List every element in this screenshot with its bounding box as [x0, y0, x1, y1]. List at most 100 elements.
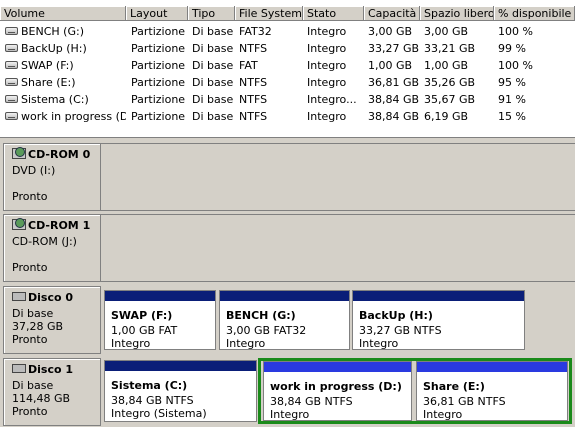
- cell-tipo: Di base: [192, 110, 234, 123]
- partition-status: Integro: [423, 408, 463, 421]
- cell-layout: Partizione: [131, 59, 186, 72]
- cell-stato: Integro: [307, 110, 347, 123]
- disk-panel-cdrom0[interactable]: CD-ROM 0 DVD (I:) Pronto: [3, 143, 101, 211]
- cell-free: 1,00 GB: [424, 59, 469, 72]
- drive-icon: [5, 112, 18, 120]
- cell-free: 35,26 GB: [424, 76, 476, 89]
- cell-pct: 15 %: [498, 110, 526, 123]
- column-header-layout[interactable]: Layout: [126, 6, 188, 21]
- disk-status: Pronto: [12, 405, 48, 418]
- cell-volume: SWAP (F:): [21, 59, 74, 72]
- partition-bar: [264, 362, 411, 372]
- partition-name: work in progress (D:): [270, 380, 402, 393]
- cdrom1-media-area[interactable]: [101, 214, 575, 282]
- disk-type: Di base: [12, 307, 54, 320]
- hard-disk-icon: [12, 364, 26, 373]
- partition-share[interactable]: Share (E:) 36,81 GB NTFS Integro: [416, 361, 568, 421]
- disk-name: CD-ROM 0: [28, 148, 91, 161]
- cell-layout: Partizione: [131, 93, 186, 106]
- column-header-capacita[interactable]: Capacità: [364, 6, 420, 21]
- partition-size: 33,27 GB NTFS: [359, 324, 442, 337]
- cell-layout: Partizione: [131, 25, 186, 38]
- volume-row[interactable]: BENCH (G:) Partizione Di base FAT32 Integro 3…: [0, 23, 575, 40]
- partition-name: BackUp (H:): [359, 309, 433, 322]
- column-header-stato[interactable]: Stato: [303, 6, 364, 21]
- cell-fs: NTFS: [239, 42, 268, 55]
- cdrom0-media-area[interactable]: [101, 143, 575, 211]
- volume-row[interactable]: Sistema (C:) Partizione Di base NTFS Integro…: [0, 91, 575, 108]
- volume-row[interactable]: SWAP (F:) Partizione Di base FAT Integro 1,00…: [0, 57, 575, 74]
- cell-volume: Sistema (C:): [21, 93, 89, 106]
- partition-size: 3,00 GB FAT32: [226, 324, 307, 337]
- disk-name: Disco 0: [28, 291, 74, 304]
- disk-name: CD-ROM 1: [28, 219, 91, 232]
- partition-bench[interactable]: BENCH (G:) 3,00 GB FAT32 Integro: [219, 290, 350, 350]
- partition-bar: [105, 361, 256, 371]
- disk-name: Disco 1: [28, 363, 74, 376]
- cell-pct: 95 %: [498, 76, 526, 89]
- cell-layout: Partizione: [131, 76, 186, 89]
- cell-free: 6,19 GB: [424, 110, 469, 123]
- partition-backup[interactable]: BackUp (H:) 33,27 GB NTFS Integro: [352, 290, 525, 350]
- cell-fs: FAT: [239, 59, 258, 72]
- disk-panel-disk1[interactable]: Disco 1 Di base 114,48 GB Pronto: [3, 358, 101, 426]
- partition-name: Sistema (C:): [111, 379, 188, 392]
- cell-free: 3,00 GB: [424, 25, 469, 38]
- partition-sistema[interactable]: Sistema (C:) 38,84 GB NTFS Integro (Sist…: [104, 360, 257, 422]
- column-header-disponibile[interactable]: % disponibile: [494, 6, 575, 21]
- cell-cap: 36,81 GB: [368, 76, 420, 89]
- partition-swap[interactable]: SWAP (F:) 1,00 GB FAT Integro: [104, 290, 216, 350]
- cell-stato: Integro: [307, 76, 347, 89]
- hard-disk-icon: [12, 292, 26, 301]
- cell-pct: 100 %: [498, 59, 533, 72]
- partition-name: BENCH (G:): [226, 309, 296, 322]
- cell-cap: 38,84 GB: [368, 110, 420, 123]
- disk-drive: CD-ROM (J:): [12, 235, 77, 248]
- partition-name: Share (E:): [423, 380, 485, 393]
- cell-stato: Integro: [307, 42, 347, 55]
- disk-map: CD-ROM 0 DVD (I:) Pronto CD-ROM 1 CD-ROM…: [0, 138, 575, 427]
- volume-row[interactable]: Share (E:) Partizione Di base NTFS Integro 36…: [0, 74, 575, 91]
- disk-size: 37,28 GB: [12, 320, 64, 333]
- cdrom-icon: [12, 147, 26, 159]
- cell-fs: FAT32: [239, 25, 272, 38]
- cell-tipo: Di base: [192, 76, 234, 89]
- partition-status: Integro: [111, 337, 151, 350]
- disk-status: Pronto: [12, 190, 48, 203]
- drive-icon: [5, 61, 18, 69]
- partition-name: SWAP (F:): [111, 309, 173, 322]
- cell-fs: NTFS: [239, 110, 268, 123]
- column-header-filesystem[interactable]: File System: [235, 6, 303, 21]
- cell-free: 35,67 GB: [424, 93, 476, 106]
- cell-tipo: Di base: [192, 42, 234, 55]
- column-header-volume[interactable]: Volume: [0, 6, 126, 21]
- cell-stato: Integro: [307, 25, 347, 38]
- volume-row[interactable]: work in progress (D:) Partizione Di base NT…: [0, 108, 575, 125]
- column-header-tipo[interactable]: Tipo: [188, 6, 235, 21]
- drive-icon: [5, 27, 18, 35]
- partition-bar: [105, 291, 215, 301]
- disk-panel-cdrom1[interactable]: CD-ROM 1 CD-ROM (J:) Pronto: [3, 214, 101, 282]
- cell-volume: work in progress (D:): [21, 110, 126, 123]
- cell-cap: 3,00 GB: [368, 25, 413, 38]
- drive-icon: [5, 78, 18, 86]
- cell-cap: 38,84 GB: [368, 93, 420, 106]
- partition-status: Integro: [359, 337, 399, 350]
- partition-bar: [220, 291, 349, 301]
- disk-type: Di base: [12, 379, 54, 392]
- cell-volume: BackUp (H:): [21, 42, 87, 55]
- partition-bar: [417, 362, 567, 372]
- volume-row[interactable]: BackUp (H:) Partizione Di base NTFS Integro 3…: [0, 40, 575, 57]
- cell-free: 33,21 GB: [424, 42, 476, 55]
- volume-list: Volume Layout Tipo File System Stato Cap…: [0, 0, 575, 138]
- cell-tipo: Di base: [192, 59, 234, 72]
- partition-work-in-progress[interactable]: work in progress (D:) 38,84 GB NTFS Inte…: [263, 361, 412, 421]
- partition-bar: [353, 291, 524, 301]
- partition-size: 38,84 GB NTFS: [270, 395, 353, 408]
- partition-status: Integro (Sistema): [111, 407, 207, 420]
- column-header-spazio-libero[interactable]: Spazio libero: [420, 6, 494, 21]
- cell-fs: NTFS: [239, 76, 268, 89]
- disk-panel-disk0[interactable]: Disco 0 Di base 37,28 GB Pronto: [3, 286, 101, 354]
- partition-status: Integro: [226, 337, 266, 350]
- partition-size: 38,84 GB NTFS: [111, 394, 194, 407]
